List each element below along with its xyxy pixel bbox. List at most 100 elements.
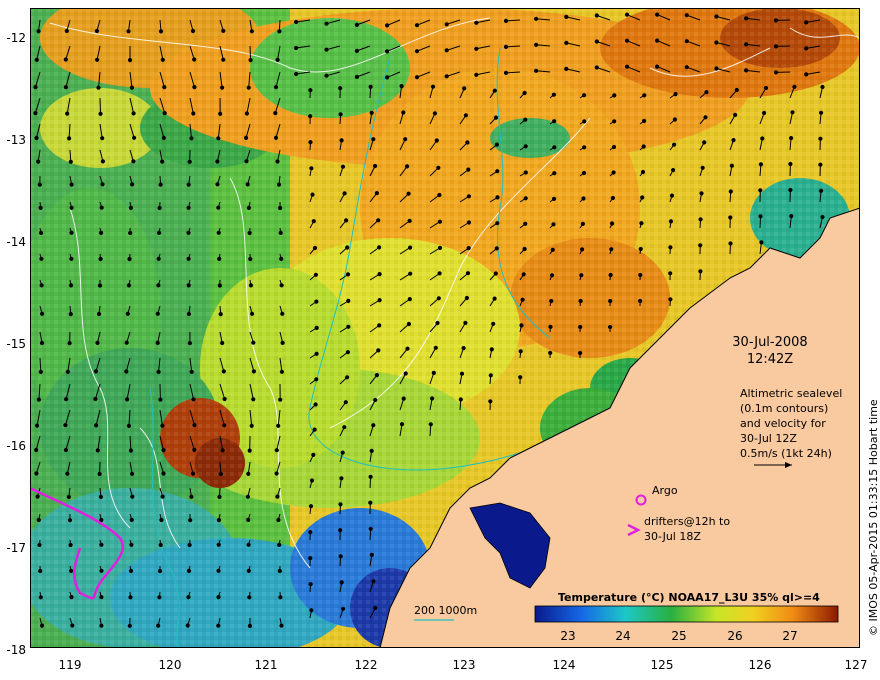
velocity-arrow-head	[789, 214, 794, 219]
velocity-arrow-head	[216, 568, 221, 573]
velocity-arrow-head	[38, 205, 43, 210]
velocity-arrow-head	[94, 423, 99, 428]
velocity-arrow-head	[788, 161, 793, 167]
velocity-arrow-head	[466, 194, 471, 199]
velocity-arrow-head	[580, 247, 585, 252]
velocity-arrow-head	[405, 346, 410, 351]
velocity-arrow-head	[345, 272, 351, 277]
velocity-arrow-head	[580, 221, 586, 226]
velocity-arrow-head	[33, 85, 38, 90]
lat-tick: -17	[6, 541, 26, 555]
velocity-arrow-head	[582, 93, 587, 98]
velocity-arrow-head	[127, 58, 133, 63]
velocity-arrow-head	[403, 371, 408, 376]
velocity-arrow-head	[444, 74, 449, 79]
velocity-arrow-head	[162, 111, 167, 116]
velocity-arrow-head	[495, 169, 500, 174]
velocity-arrow-head	[699, 191, 704, 196]
velocity-arrow-head	[222, 423, 227, 428]
velocity-arrow-head	[820, 84, 825, 90]
lon-tick: 127	[845, 658, 868, 672]
legend-line-5: 0.5m/s (1kt 24h)	[740, 447, 832, 460]
velocity-arrow-head	[728, 189, 733, 194]
velocity-arrow-head	[495, 221, 500, 226]
time-label: 12:42Z	[747, 352, 793, 367]
velocity-arrow-head	[100, 182, 105, 187]
velocity-arrow-head	[343, 400, 348, 405]
velocity-arrow-head	[437, 271, 442, 276]
velocity-arrow-head	[313, 402, 318, 407]
velocity-arrow-head	[192, 423, 197, 428]
lon-tick: 119	[59, 658, 82, 672]
velocity-arrow-head	[405, 164, 410, 169]
velocity-arrow-head	[385, 49, 390, 54]
velocity-arrow-head	[324, 73, 329, 78]
velocity-arrow-head	[68, 159, 73, 164]
velocity-arrow-head	[671, 168, 676, 173]
colorbar-gradient	[534, 605, 839, 623]
velocity-arrow-head	[461, 346, 466, 351]
velocity-arrow-head	[581, 196, 586, 201]
velocity-arrow-head	[39, 256, 44, 261]
velocity-arrow-head	[345, 350, 350, 355]
velocity-arrow-head	[522, 90, 527, 96]
velocity-arrow-head	[218, 111, 223, 116]
velocity-arrow-head	[69, 283, 74, 288]
velocity-arrow-head	[244, 159, 249, 164]
velocity-arrow-head	[518, 349, 523, 354]
velocity-arrow-head	[549, 273, 555, 278]
velocity-arrow-head	[377, 272, 382, 277]
velocity-arrow-head	[222, 396, 227, 402]
velocity-arrow-head	[249, 423, 254, 428]
velocity-arrow-head	[534, 42, 539, 47]
velocity-arrow-head	[310, 192, 315, 197]
velocity-arrow-head	[368, 500, 373, 505]
velocity-arrow-head	[190, 28, 196, 34]
velocity-arrow-head	[99, 230, 104, 235]
velocity-arrow-head	[36, 29, 41, 34]
velocity-arrow-head	[436, 165, 441, 170]
velocity-arrow-head	[218, 312, 223, 317]
velocity-arrow-head	[758, 188, 763, 193]
velocity-arrow-head	[247, 448, 252, 453]
velocity-arrow-head	[63, 447, 69, 453]
velocity-arrow-head	[127, 256, 132, 262]
velocity-arrow-head	[465, 140, 470, 145]
velocity-arrow-head	[308, 88, 313, 93]
velocity-arrow-head	[215, 159, 220, 164]
velocity-arrow-head	[430, 396, 435, 401]
velocity-arrow-head	[773, 18, 779, 23]
velocity-arrow-head	[128, 568, 134, 574]
velocity-arrow-head	[406, 321, 411, 327]
velocity-arrow-head	[246, 85, 251, 90]
velocity-arrow-head	[160, 57, 165, 62]
velocity-arrow-head	[99, 623, 104, 628]
velocity-arrow-head	[548, 350, 553, 355]
drifters-line-2: 30-Jul 18Z	[644, 530, 701, 543]
velocity-arrow-head	[161, 135, 166, 140]
velocity-arrow-head	[156, 623, 161, 628]
velocity-arrow-head	[371, 579, 376, 584]
velocity-arrow-head	[494, 246, 499, 251]
velocity-arrow-head	[278, 397, 283, 402]
velocity-arrow-head	[251, 397, 256, 402]
velocity-arrow-head	[161, 471, 166, 476]
velocity-arrow-head	[65, 471, 70, 476]
velocity-arrow-head	[186, 205, 191, 210]
velocity-arrow-head	[68, 542, 73, 548]
velocity-arrow-head	[245, 494, 250, 499]
velocity-arrow-head	[551, 222, 556, 227]
velocity-arrow-head	[760, 136, 765, 141]
velocity-arrow-head	[324, 47, 329, 52]
velocity-arrow-head	[463, 113, 468, 118]
velocity-arrow-head	[371, 137, 376, 142]
velocity-arrow-head	[36, 397, 41, 402]
velocity-arrow-head	[702, 140, 707, 145]
velocity-arrow-head	[246, 517, 251, 522]
lat-tick: -15	[6, 337, 26, 351]
bathy-label: 200 1000m	[414, 604, 477, 617]
velocity-arrow-head	[488, 399, 493, 404]
velocity-arrow-head	[37, 542, 42, 548]
velocity-arrow-head	[371, 423, 376, 428]
velocity-arrow-head	[128, 205, 134, 210]
